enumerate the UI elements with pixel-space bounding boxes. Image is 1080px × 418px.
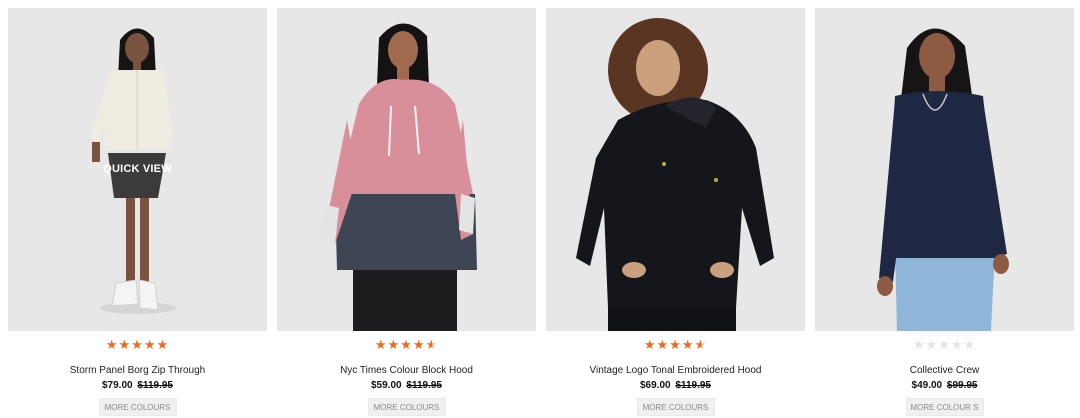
star-icon: ★ [374, 337, 388, 352]
product-card: ★★★★★ Collective Crew $49.00 $99.95 MORE… [815, 8, 1074, 418]
star-icon: ★ [912, 337, 926, 352]
star-icon: ★ [118, 337, 132, 352]
sale-price: $79.00 [102, 380, 133, 391]
product-card: ★★★★★ Vintage Logo Tonal Embroidered Hoo… [546, 8, 805, 418]
product-name[interactable]: Vintage Logo Tonal Embroidered Hood [546, 365, 805, 376]
star-icon: ★ [156, 337, 170, 352]
rating-stars: ★★★★★ [8, 337, 267, 353]
original-price: $99.95 [946, 380, 978, 391]
star-icon: ★ [925, 337, 939, 352]
original-price: $119.95 [675, 380, 711, 391]
star-icon: ★ [105, 337, 119, 352]
product-image[interactable] [815, 8, 1074, 331]
product-image[interactable] [546, 8, 805, 331]
quick-view-button[interactable]: QUICK VIEW [8, 163, 267, 175]
product-price: $69.00 $119.95 [546, 380, 805, 391]
sale-price: $69.00 [640, 380, 671, 391]
more-colours-button[interactable]: MORE COLOURS [367, 398, 446, 416]
product-grid: QUICK VIEW ★★★★★ Storm Panel Borg Zip Th… [0, 0, 1080, 418]
star-icon: ★ [669, 337, 682, 352]
model-photo [877, 28, 1009, 331]
product-image[interactable] [277, 8, 536, 331]
original-price: $119.95 [406, 380, 442, 391]
product-image[interactable]: QUICK VIEW [8, 8, 267, 331]
star-icon: ★ [681, 337, 695, 352]
product-name[interactable]: Storm Panel Borg Zip Through [8, 365, 267, 376]
sale-price: $49.00 [911, 380, 943, 391]
star-icon: ★ [694, 337, 708, 352]
product-price: $49.00 $99.95 [815, 380, 1074, 391]
star-icon: ★ [387, 337, 401, 352]
model-photo [576, 18, 774, 331]
product-card: QUICK VIEW ★★★★★ Storm Panel Borg Zip Th… [8, 8, 267, 418]
product-price: $59.00 $119.95 [277, 380, 536, 391]
star-icon: ★ [643, 337, 657, 352]
sale-price: $59.00 [371, 380, 402, 391]
star-icon: ★ [143, 337, 157, 352]
model-photo [319, 23, 477, 331]
more-colours-button[interactable]: MORE COLOURS [98, 398, 177, 416]
rating-stars: ★★★★★ [815, 337, 1074, 353]
product-name[interactable]: Collective Crew [815, 365, 1074, 376]
product-price: $79.00 $119.95 [8, 380, 267, 391]
star-icon: ★ [938, 337, 951, 352]
more-colours-button[interactable]: MORE COLOUR S [905, 398, 984, 416]
star-icon: ★ [131, 337, 144, 352]
star-icon: ★ [400, 337, 413, 352]
original-price: $119.95 [137, 380, 173, 391]
star-icon: ★ [425, 337, 439, 352]
more-colours-button[interactable]: MORE COLOURS [636, 398, 715, 416]
product-card: ★★★★★ Nyc Times Colour Block Hood $59.00… [277, 8, 536, 418]
rating-stars: ★★★★★ [277, 337, 536, 353]
star-icon: ★ [656, 337, 670, 352]
product-name[interactable]: Nyc Times Colour Block Hood [277, 365, 536, 376]
star-icon: ★ [412, 337, 426, 352]
star-icon: ★ [950, 337, 964, 352]
star-icon: ★ [963, 337, 977, 352]
rating-stars: ★★★★★ [546, 337, 805, 353]
